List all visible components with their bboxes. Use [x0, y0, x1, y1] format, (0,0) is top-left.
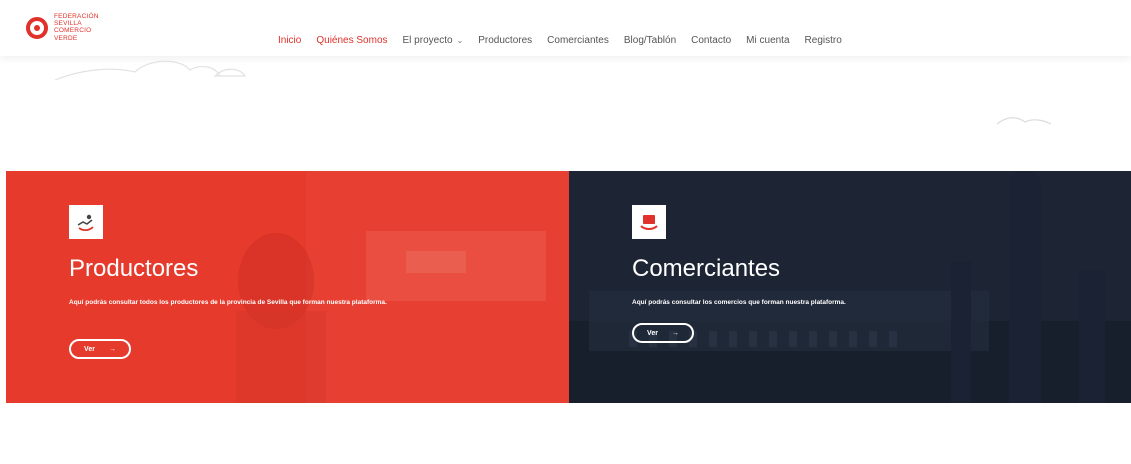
- nav-item-contacto[interactable]: Contacto: [691, 35, 731, 46]
- productores-title: Productores: [69, 255, 199, 282]
- site-logo[interactable]: Federación Sevilla Comercio Verde: [26, 13, 136, 45]
- nav-item-comerciantes[interactable]: Comerciantes: [547, 35, 609, 46]
- chevron-down-icon: ⌄: [456, 36, 464, 45]
- producer-icon: [77, 214, 94, 232]
- logo-line: Comercio: [54, 27, 92, 35]
- nav-item-productores[interactable]: Productores: [478, 35, 532, 46]
- nav-item-inicio[interactable]: Inicio: [278, 35, 301, 46]
- shop-icon-box: [632, 205, 666, 239]
- productores-card: Productores Aquí podrás consultar todos …: [6, 171, 569, 403]
- main-nav: Inicio Quiénes Somos El proyecto ⌄ Produc…: [278, 35, 857, 46]
- logo-line: Verde: [54, 34, 78, 42]
- ver-button-label: Ver: [84, 345, 95, 353]
- nav-item-label: El proyecto: [402, 35, 453, 46]
- arrow-right-icon: →: [108, 345, 116, 353]
- nav-item-mi-cuenta[interactable]: Mi cuenta: [746, 35, 789, 46]
- ver-button-label: Ver: [647, 329, 658, 337]
- comerciantes-card: Comerciantes Aquí podrás consultar los c…: [569, 171, 1131, 403]
- logo-text: Federación Sevilla Comercio Verde: [54, 13, 144, 42]
- productores-description: Aquí podrás consultar todos los producto…: [69, 299, 387, 306]
- comerciantes-title: Comerciantes: [632, 255, 781, 282]
- nav-item-blog[interactable]: Blog/Tablón: [624, 35, 676, 46]
- cloud-decoration-right: [996, 117, 1052, 125]
- cloud-decoration-left: [54, 60, 247, 81]
- nav-item-registro[interactable]: Registro: [805, 35, 842, 46]
- nav-item-el-proyecto[interactable]: El proyecto ⌄: [403, 35, 464, 46]
- nav-item-quienes-somos[interactable]: Quiénes Somos: [316, 35, 387, 46]
- logo-line: Sevilla: [54, 20, 82, 28]
- producer-icon-box: [69, 205, 103, 239]
- comerciantes-ver-button[interactable]: Ver →: [632, 323, 694, 343]
- productores-ver-button[interactable]: Ver →: [69, 339, 131, 359]
- arrow-right-icon: →: [671, 329, 679, 337]
- site-header: Federación Sevilla Comercio Verde Inicio…: [0, 0, 1131, 56]
- logo-icon: [26, 17, 48, 39]
- shop-icon: [640, 215, 658, 230]
- logo-line: Federación: [54, 13, 99, 20]
- comerciantes-description: Aquí podrás consultar los comercios que …: [632, 299, 846, 306]
